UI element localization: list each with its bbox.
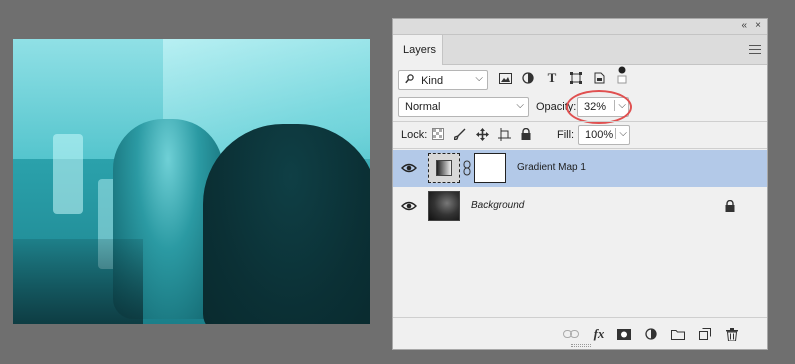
fill-field[interactable]: 100% ⌵ [578, 125, 630, 145]
type-filter-icon[interactable]: T [545, 70, 559, 85]
adjustment-filter-icon[interactable] [521, 71, 535, 85]
filter-toggle-icon[interactable] [615, 66, 629, 84]
tab-layers[interactable]: Layers [393, 35, 443, 65]
panel-menu-icon[interactable] [749, 45, 761, 54]
divider [393, 121, 767, 122]
new-layer-icon[interactable] [697, 327, 713, 341]
photo-shadow [13, 239, 143, 324]
lock-label: Lock: [401, 129, 428, 141]
panel-bottom-toolbar: fx [393, 317, 767, 349]
layer-row-gradient-map[interactable]: Gradient Map 1 [393, 150, 767, 187]
fill-value: 100% [585, 129, 614, 141]
close-icon[interactable]: × [755, 20, 761, 31]
kind-filter-dropdown[interactable]: Kind ⌵ [398, 70, 488, 90]
image-filter-icon[interactable] [498, 71, 512, 85]
adjustment-thumbnail[interactable] [428, 153, 460, 183]
adjustment-layer-icon[interactable] [643, 327, 659, 341]
highlight-ellipse [566, 90, 632, 124]
lock-transparent-icon[interactable] [431, 127, 445, 141]
blend-mode-value: Normal [405, 101, 441, 113]
layer-mask-icon[interactable] [616, 327, 632, 341]
chain-link-icon[interactable] [463, 160, 471, 179]
search-icon [405, 74, 414, 87]
collapse-icon[interactable]: « [741, 20, 747, 31]
layer-name[interactable]: Background [471, 200, 524, 211]
fx-icon[interactable]: fx [591, 326, 607, 341]
link-layers-icon[interactable] [563, 327, 579, 341]
chevron-down-icon: ⌵ [475, 73, 483, 84]
lock-position-icon[interactable] [475, 127, 489, 141]
new-group-icon[interactable] [670, 327, 686, 341]
photo-glass [53, 134, 83, 214]
lock-icon [725, 199, 735, 215]
delete-layer-icon[interactable] [724, 327, 740, 341]
layer-row-background[interactable]: Background [393, 188, 767, 225]
photo-bearded-man [203, 124, 370, 324]
shape-filter-icon[interactable] [569, 71, 583, 85]
canvas-image [13, 39, 370, 324]
kind-label: Kind [421, 75, 444, 87]
resize-grip[interactable] [571, 344, 591, 347]
chevron-down-icon: ⌵ [516, 100, 524, 111]
layers-panel: « × Layers Kind ⌵ T Normal ⌵ Opacity: 32… [392, 18, 768, 350]
background-thumbnail[interactable] [428, 191, 460, 221]
chevron-down-icon[interactable]: ⌵ [615, 128, 627, 139]
smart-object-filter-icon[interactable] [592, 71, 606, 85]
layer-mask-thumbnail[interactable] [474, 153, 506, 183]
lock-all-icon[interactable] [519, 127, 533, 141]
panel-tabbar: Layers [393, 35, 767, 65]
fill-label: Fill: [557, 129, 575, 141]
layer-name[interactable]: Gradient Map 1 [517, 162, 586, 173]
lock-pixels-icon[interactable] [453, 127, 467, 141]
lock-artboard-icon[interactable] [497, 127, 511, 141]
eye-icon[interactable] [401, 200, 417, 212]
panel-titlebar: « × [393, 19, 767, 35]
eye-icon[interactable] [401, 162, 417, 174]
blend-mode-dropdown[interactable]: Normal ⌵ [398, 97, 529, 117]
divider [393, 148, 767, 149]
